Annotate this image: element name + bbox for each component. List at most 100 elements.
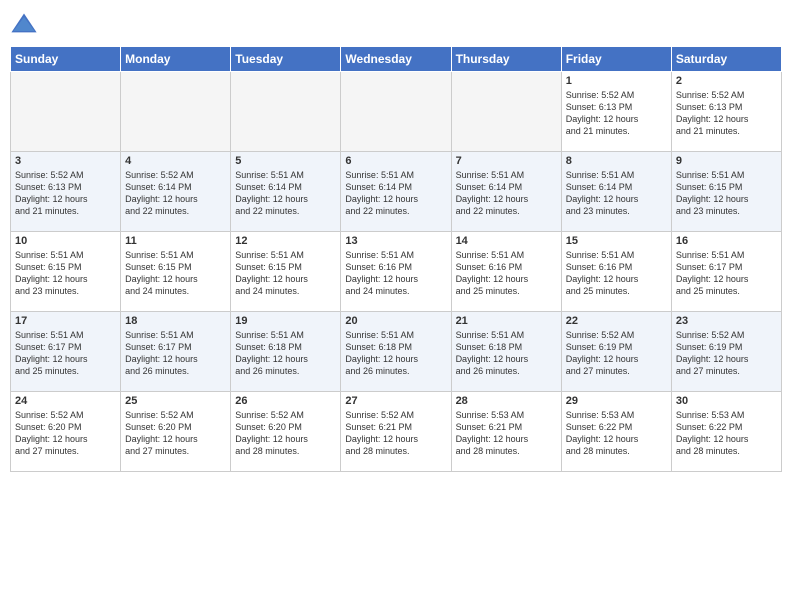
day-info: Sunrise: 5:51 AM Sunset: 6:15 PM Dayligh… [676, 169, 777, 218]
calendar-day-9: 9 Sunrise: 5:51 AM Sunset: 6:15 PM Daylig… [671, 152, 781, 232]
calendar-day-18: 18 Sunrise: 5:51 AM Sunset: 6:17 PM Dayli… [121, 312, 231, 392]
day-info: Sunrise: 5:52 AM Sunset: 6:13 PM Dayligh… [676, 89, 777, 138]
day-info: Sunrise: 5:51 AM Sunset: 6:14 PM Dayligh… [345, 169, 446, 218]
calendar-day-14: 14 Sunrise: 5:51 AM Sunset: 6:16 PM Dayli… [451, 232, 561, 312]
day-info: Sunrise: 5:51 AM Sunset: 6:17 PM Dayligh… [15, 329, 116, 378]
day-info: Sunrise: 5:51 AM Sunset: 6:14 PM Dayligh… [566, 169, 667, 218]
day-header-friday: Friday [561, 47, 671, 72]
calendar-week-4: 17 Sunrise: 5:51 AM Sunset: 6:17 PM Dayli… [11, 312, 782, 392]
day-number: 18 [125, 315, 226, 327]
day-info: Sunrise: 5:52 AM Sunset: 6:13 PM Dayligh… [566, 89, 667, 138]
calendar-day-10: 10 Sunrise: 5:51 AM Sunset: 6:15 PM Dayli… [11, 232, 121, 312]
calendar-day-22: 22 Sunrise: 5:52 AM Sunset: 6:19 PM Dayli… [561, 312, 671, 392]
day-number: 4 [125, 155, 226, 167]
calendar-day-26: 26 Sunrise: 5:52 AM Sunset: 6:20 PM Dayli… [231, 392, 341, 472]
calendar-week-1: 1 Sunrise: 5:52 AM Sunset: 6:13 PM Daylig… [11, 72, 782, 152]
day-info: Sunrise: 5:51 AM Sunset: 6:18 PM Dayligh… [235, 329, 336, 378]
day-info: Sunrise: 5:52 AM Sunset: 6:13 PM Dayligh… [15, 169, 116, 218]
day-info: Sunrise: 5:53 AM Sunset: 6:22 PM Dayligh… [566, 409, 667, 458]
calendar-day-7: 7Sunrise: 5:51 AM Sunset: 6:14 PM Daylig… [451, 152, 561, 232]
day-number: 20 [345, 315, 446, 327]
calendar-day-29: 29 Sunrise: 5:53 AM Sunset: 6:22 PM Dayli… [561, 392, 671, 472]
calendar-header-row: SundayMondayTuesdayWednesdayThursdayFrid… [11, 47, 782, 72]
calendar-empty [11, 72, 121, 152]
day-number: 27 [345, 395, 446, 407]
calendar-day-25: 25Sunrise: 5:52 AM Sunset: 6:20 PM Dayli… [121, 392, 231, 472]
day-number: 12 [235, 235, 336, 247]
calendar-week-5: 24 Sunrise: 5:52 AM Sunset: 6:20 PM Dayli… [11, 392, 782, 472]
day-number: 2 [676, 75, 777, 87]
day-info: Sunrise: 5:51 AM Sunset: 6:17 PM Dayligh… [125, 329, 226, 378]
calendar-empty [451, 72, 561, 152]
day-number: 30 [676, 395, 777, 407]
calendar-day-6: 6 Sunrise: 5:51 AM Sunset: 6:14 PM Daylig… [341, 152, 451, 232]
day-number: 25 [125, 395, 226, 407]
day-number: 22 [566, 315, 667, 327]
calendar-empty [231, 72, 341, 152]
day-number: 11 [125, 235, 226, 247]
calendar-day-16: 16 Sunrise: 5:51 AM Sunset: 6:17 PM Dayli… [671, 232, 781, 312]
day-number: 29 [566, 395, 667, 407]
day-info: Sunrise: 5:52 AM Sunset: 6:14 PM Dayligh… [125, 169, 226, 218]
calendar-day-30: 30 Sunrise: 5:53 AM Sunset: 6:22 PM Dayli… [671, 392, 781, 472]
day-info: Sunrise: 5:51 AM Sunset: 6:17 PM Dayligh… [676, 249, 777, 298]
day-number: 10 [15, 235, 116, 247]
day-info: Sunrise: 5:51 AM Sunset: 6:15 PM Dayligh… [125, 249, 226, 298]
day-header-saturday: Saturday [671, 47, 781, 72]
day-number: 7 [456, 155, 557, 167]
day-number: 8 [566, 155, 667, 167]
calendar-empty [121, 72, 231, 152]
calendar-day-11: 11 Sunrise: 5:51 AM Sunset: 6:15 PM Dayli… [121, 232, 231, 312]
day-number: 15 [566, 235, 667, 247]
day-number: 23 [676, 315, 777, 327]
day-number: 1 [566, 75, 667, 87]
day-header-thursday: Thursday [451, 47, 561, 72]
calendar-day-12: 12 Sunrise: 5:51 AM Sunset: 6:15 PM Dayli… [231, 232, 341, 312]
day-info: Sunrise: 5:53 AM Sunset: 6:21 PM Dayligh… [456, 409, 557, 458]
day-number: 19 [235, 315, 336, 327]
day-number: 14 [456, 235, 557, 247]
day-info: Sunrise: 5:51 AM Sunset: 6:15 PM Dayligh… [15, 249, 116, 298]
calendar-day-13: 13 Sunrise: 5:51 AM Sunset: 6:16 PM Dayli… [341, 232, 451, 312]
logo-icon [10, 10, 38, 38]
day-info: Sunrise: 5:51 AM Sunset: 6:16 PM Dayligh… [456, 249, 557, 298]
day-number: 24 [15, 395, 116, 407]
calendar-day-27: 27Sunrise: 5:52 AM Sunset: 6:21 PM Dayli… [341, 392, 451, 472]
day-info: Sunrise: 5:51 AM Sunset: 6:15 PM Dayligh… [235, 249, 336, 298]
day-info: Sunrise: 5:51 AM Sunset: 6:16 PM Dayligh… [345, 249, 446, 298]
calendar-day-4: 4 Sunrise: 5:52 AM Sunset: 6:14 PM Daylig… [121, 152, 231, 232]
day-info: Sunrise: 5:52 AM Sunset: 6:20 PM Dayligh… [235, 409, 336, 458]
calendar-day-19: 19 Sunrise: 5:51 AM Sunset: 6:18 PM Dayli… [231, 312, 341, 392]
calendar-day-24: 24Sunrise: 5:52 AM Sunset: 6:20 PM Dayli… [11, 392, 121, 472]
day-number: 3 [15, 155, 116, 167]
day-info: Sunrise: 5:51 AM Sunset: 6:18 PM Dayligh… [345, 329, 446, 378]
calendar-day-17: 17 Sunrise: 5:51 AM Sunset: 6:17 PM Dayli… [11, 312, 121, 392]
day-info: Sunrise: 5:52 AM Sunset: 6:19 PM Dayligh… [676, 329, 777, 378]
calendar-day-2: 2 Sunrise: 5:52 AM Sunset: 6:13 PM Daylig… [671, 72, 781, 152]
day-header-wednesday: Wednesday [341, 47, 451, 72]
calendar-day-1: 1 Sunrise: 5:52 AM Sunset: 6:13 PM Daylig… [561, 72, 671, 152]
calendar-day-28: 28Sunrise: 5:53 AM Sunset: 6:21 PM Dayli… [451, 392, 561, 472]
calendar-table: SundayMondayTuesdayWednesdayThursdayFrid… [10, 46, 782, 472]
day-info: Sunrise: 5:52 AM Sunset: 6:19 PM Dayligh… [566, 329, 667, 378]
day-number: 21 [456, 315, 557, 327]
day-header-monday: Monday [121, 47, 231, 72]
logo [10, 10, 42, 38]
calendar-day-20: 20 Sunrise: 5:51 AM Sunset: 6:18 PM Dayli… [341, 312, 451, 392]
calendar-day-5: 5 Sunrise: 5:51 AM Sunset: 6:14 PM Daylig… [231, 152, 341, 232]
day-number: 13 [345, 235, 446, 247]
calendar-week-3: 10 Sunrise: 5:51 AM Sunset: 6:15 PM Dayli… [11, 232, 782, 312]
calendar-empty [341, 72, 451, 152]
day-header-tuesday: Tuesday [231, 47, 341, 72]
day-number: 6 [345, 155, 446, 167]
day-info: Sunrise: 5:51 AM Sunset: 6:14 PM Dayligh… [235, 169, 336, 218]
day-number: 9 [676, 155, 777, 167]
calendar-day-23: 23 Sunrise: 5:52 AM Sunset: 6:19 PM Dayli… [671, 312, 781, 392]
day-number: 17 [15, 315, 116, 327]
day-number: 16 [676, 235, 777, 247]
calendar-week-2: 3 Sunrise: 5:52 AM Sunset: 6:13 PM Daylig… [11, 152, 782, 232]
day-info: Sunrise: 5:53 AM Sunset: 6:22 PM Dayligh… [676, 409, 777, 458]
day-number: 5 [235, 155, 336, 167]
day-info: Sunrise: 5:51 AM Sunset: 6:18 PM Dayligh… [456, 329, 557, 378]
day-number: 26 [235, 395, 336, 407]
